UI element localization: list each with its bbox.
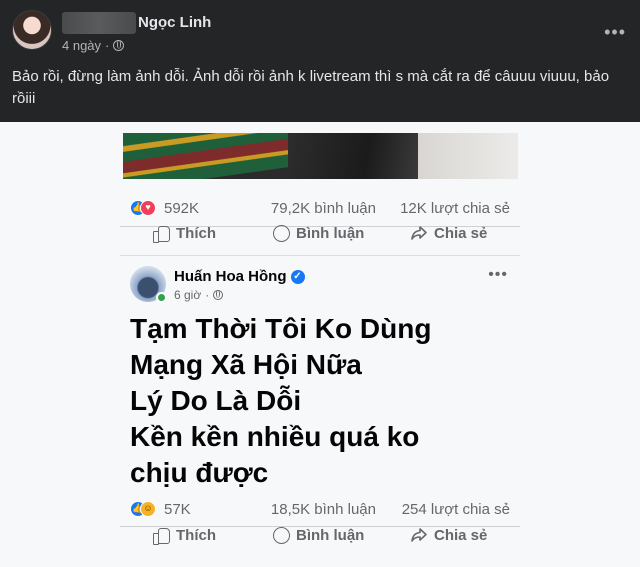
- post-caption: Bảo rồi, đừng làm ảnh dỗi. Ảnh dỗi rồi ả…: [12, 68, 610, 107]
- author-name[interactable]: Ngọc Linh: [138, 14, 211, 31]
- reaction-count[interactable]: 57K: [164, 501, 191, 518]
- dot-separator: ·: [205, 288, 210, 302]
- avatar[interactable]: [12, 10, 52, 50]
- globe-icon: [213, 290, 224, 300]
- inner-post-actions: Thích Bình luận Chia sẻ: [120, 522, 520, 552]
- comment-button[interactable]: Bình luận: [272, 224, 364, 242]
- comment-icon: [272, 526, 290, 544]
- online-status-dot: [156, 292, 167, 303]
- photo-dark-area: [288, 133, 418, 179]
- reaction-count[interactable]: 592K: [164, 200, 199, 217]
- inner-author: Huấn Hoa Hồng ✓: [174, 268, 305, 285]
- comment-icon: [272, 224, 290, 242]
- inner-post-text: Tạm Thời Tôi Ko Dùng Mạng Xã Hội Nữa Lý …: [130, 311, 510, 491]
- like-label: Thích: [176, 224, 216, 242]
- comment-label: Bình luận: [296, 224, 365, 242]
- share-count[interactable]: 12K lượt chia sẻ: [400, 200, 510, 217]
- shared-screenshot: 👍 ♥ 592K 79,2K bình luận 12K lượt chia s…: [0, 122, 640, 567]
- photo-light-area: [418, 133, 518, 179]
- like-button[interactable]: Thích: [152, 526, 216, 545]
- share-label: Chia sẻ: [434, 224, 488, 242]
- share-button[interactable]: Chia sẻ: [410, 526, 487, 544]
- screenshot-frame: Ngọc Linh 4 ngày · ••• Bảo rồi, đừng làm…: [0, 0, 640, 567]
- share-icon: [410, 526, 428, 544]
- share-button[interactable]: Chia sẻ: [410, 224, 487, 242]
- inner-post-time: 6 giờ ·: [174, 288, 224, 302]
- more-options-button[interactable]: •••: [604, 22, 626, 43]
- thumbs-up-icon: [152, 224, 170, 243]
- first-post-stats: 👍 ♥ 592K 79,2K bình luận 12K lượt chia s…: [130, 197, 510, 221]
- text-line: Kền kền nhiều quá ko: [130, 421, 420, 452]
- inner-post-header: Huấn Hoa Hồng ✓ 6 giờ · •••: [130, 266, 510, 306]
- comment-count[interactable]: 79,2K bình luận: [271, 200, 376, 217]
- dot-separator: ·: [105, 38, 110, 53]
- text-line: chịu được: [130, 457, 269, 488]
- post-time-text[interactable]: 4 ngày: [62, 38, 101, 53]
- first-post-actions: Thích Bình luận Chia sẻ: [120, 220, 520, 250]
- thumbs-up-icon: [152, 526, 170, 545]
- blurred-author-name: [62, 12, 136, 34]
- like-label: Thích: [176, 526, 216, 544]
- cropped-photo: [123, 133, 518, 179]
- divider: [120, 255, 520, 256]
- inner-more-options-button[interactable]: •••: [488, 266, 508, 284]
- text-line: Lý Do Là Dỗi: [130, 385, 302, 416]
- share-icon: [410, 224, 428, 242]
- post-time: 4 ngày ·: [62, 38, 125, 53]
- text-line: Tạm Thời Tôi Ko Dùng: [130, 313, 432, 344]
- inner-author-name[interactable]: Huấn Hoa Hồng: [174, 268, 287, 285]
- love-reaction-icon: ♥: [140, 200, 156, 216]
- outer-post: Ngọc Linh 4 ngày · ••• Bảo rồi, đừng làm…: [0, 0, 640, 122]
- share-label: Chia sẻ: [434, 526, 488, 544]
- haha-reaction-icon: ☺: [140, 501, 156, 517]
- text-line: Mạng Xã Hội Nữa: [130, 349, 362, 380]
- comment-count[interactable]: 18,5K bình luận: [271, 501, 376, 518]
- inner-post-stats: 👍 ☺ 57K 18,5K bình luận 254 lượt chia sẻ: [130, 498, 510, 522]
- comment-label: Bình luận: [296, 526, 365, 544]
- verified-badge-icon: ✓: [290, 269, 305, 284]
- share-count[interactable]: 254 lượt chia sẻ: [402, 501, 510, 518]
- inner-post-time-text[interactable]: 6 giờ: [174, 288, 201, 302]
- like-button[interactable]: Thích: [152, 224, 216, 243]
- comment-button[interactable]: Bình luận: [272, 526, 364, 544]
- photo-scarf: [123, 133, 303, 179]
- globe-icon: [113, 40, 125, 51]
